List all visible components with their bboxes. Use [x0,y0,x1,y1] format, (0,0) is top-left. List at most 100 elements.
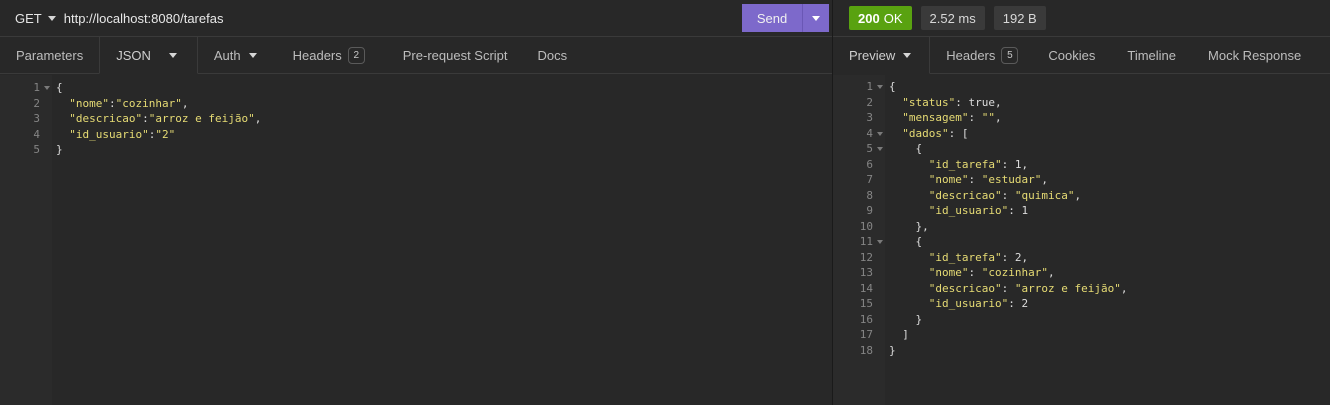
line-number: 3 [0,111,52,127]
code-line: "id_usuario": 2 [928,297,1029,310]
line-number-text: 6 [866,157,873,171]
code-line: } [56,143,63,156]
headers-count-badge: 5 [1001,46,1019,64]
send-button[interactable]: Send [742,4,802,32]
line-number-text: 7 [866,173,873,186]
tab-auth[interactable]: Auth [198,37,273,73]
tab-label: JSON [116,47,151,63]
line-number: 11 [833,234,885,250]
caret-down-icon [248,52,257,58]
line-number: 4 [0,127,52,143]
line-number-text: 12 [859,250,873,264]
response-code-area: { "status": true, "mensagem": "", "dados… [889,75,1330,405]
line-number-text: 4 [866,126,873,140]
line-number-text: 3 [866,111,873,124]
code-line: { [889,235,923,248]
line-number-text: 10 [859,219,873,233]
request-url-bar: GET Send [0,0,832,37]
tab-label: Pre-request Script [402,47,508,63]
status-badge: 200 OK [849,6,912,30]
request-body-editor[interactable]: 1 2 3 4 5 { "nome":"cozinhar", "descricao":"… [0,75,832,405]
response-pane: 200 OK 2.52 ms 192 B Preview Headers 5 C… [833,0,1330,405]
response-status-bar: 200 OK 2.52 ms 192 B [833,0,1330,37]
tab-headers[interactable]: Headers 2 [273,37,381,73]
fold-caret-icon[interactable] [877,85,883,89]
tab-label: Headers [946,47,996,63]
tab-mock-response[interactable]: Mock Response [1192,37,1317,73]
caret-down-icon [812,15,820,21]
tab-label: Timeline [1127,47,1177,63]
line-number: 16 [833,312,885,328]
tab-timeline[interactable]: Timeline [1111,37,1192,73]
tab-response-headers[interactable]: Headers 5 [930,37,1034,73]
code-line: "nome":"cozinhar", [69,96,189,110]
tab-label: Preview [849,47,896,63]
headers-count-badge: 2 [347,46,365,64]
code-line: "nome": "cozinhar", [928,266,1055,279]
code-line: "mensagem": "", [902,111,1002,124]
tab-label: Parameters [16,47,84,63]
line-number: 9 [833,203,885,219]
tab-cookies[interactable]: Cookies [1034,37,1111,73]
request-pane: GET Send Parameters JSON Auth Headers 2 … [0,0,832,405]
line-number-text: 9 [866,204,873,217]
status-text: OK [883,10,903,26]
tab-parameters[interactable]: Parameters [0,37,99,73]
method-selector[interactable]: GET [0,11,56,26]
line-number-text: 2 [33,96,40,110]
code-line: "descricao": "quimica", [928,188,1082,202]
fold-caret-icon[interactable] [877,147,883,151]
line-number: 8 [833,188,885,204]
code-line: "descricao": "arroz e feijão", [928,281,1128,295]
line-number-text: 16 [859,312,873,326]
line-number: 5 [833,141,885,157]
code-line: "id_tarefa": 2, [928,250,1029,264]
line-number-text: 4 [33,127,40,141]
line-number: 3 [833,110,885,126]
line-number-text: 1 [33,81,40,94]
tab-pre-request-script[interactable]: Pre-request Script [381,37,524,73]
line-number-text: 18 [859,343,873,357]
code-line: "id_usuario": 1 [928,204,1029,217]
line-number: 18 [833,343,885,359]
line-number-text: 3 [33,112,40,125]
request-code-area[interactable]: { "nome":"cozinhar", "descricao":"arroz … [56,75,832,405]
response-size-badge: 192 B [993,6,1046,30]
code-line: }, [889,219,929,233]
line-number: 2 [833,95,885,111]
code-line: "dados": [ [902,126,969,140]
caret-down-icon [47,15,56,21]
fold-caret-icon[interactable] [877,131,883,136]
line-number: 7 [833,172,885,188]
line-number-text: 17 [859,328,873,341]
line-number: 10 [833,219,885,235]
fold-caret-icon[interactable] [877,240,883,244]
send-options-button[interactable] [802,4,829,32]
code-line: ] [889,328,909,341]
tab-label: Docs [537,47,568,63]
tab-label: Headers [292,47,342,63]
tab-json[interactable]: JSON [99,37,198,74]
line-number: 2 [0,96,52,112]
url-input[interactable] [63,6,739,30]
line-number-text: 5 [33,143,40,156]
code-line: "id_tarefa": 1, [928,157,1029,171]
response-body-viewer: 1 2 3 4 5 6 7 8 9 10 11 12 13 14 15 16 17 18 { "status": … [833,75,1330,405]
tab-docs[interactable]: Docs [524,37,584,73]
code-line: } [889,343,896,357]
request-tabs: Parameters JSON Auth Headers 2 Pre-reque… [0,37,832,74]
line-number-gutter: 1 2 3 4 5 [0,75,52,405]
line-number-text: 1 [866,80,873,93]
code-line: { [56,81,63,94]
response-tabs: Preview Headers 5 Cookies Timeline Mock … [833,37,1330,74]
line-number-text: 13 [859,266,873,279]
code-line: "nome": "estudar", [928,173,1048,186]
line-number: 17 [833,327,885,343]
tab-preview[interactable]: Preview [833,37,931,74]
fold-caret-icon[interactable] [44,86,50,90]
line-number: 13 [833,265,885,281]
line-number: 15 [833,296,885,312]
line-number-gutter: 1 2 3 4 5 6 7 8 9 10 11 12 13 14 15 16 17 18 [833,75,885,405]
tab-label: Auth [213,47,241,63]
tab-label: Cookies [1048,47,1096,63]
